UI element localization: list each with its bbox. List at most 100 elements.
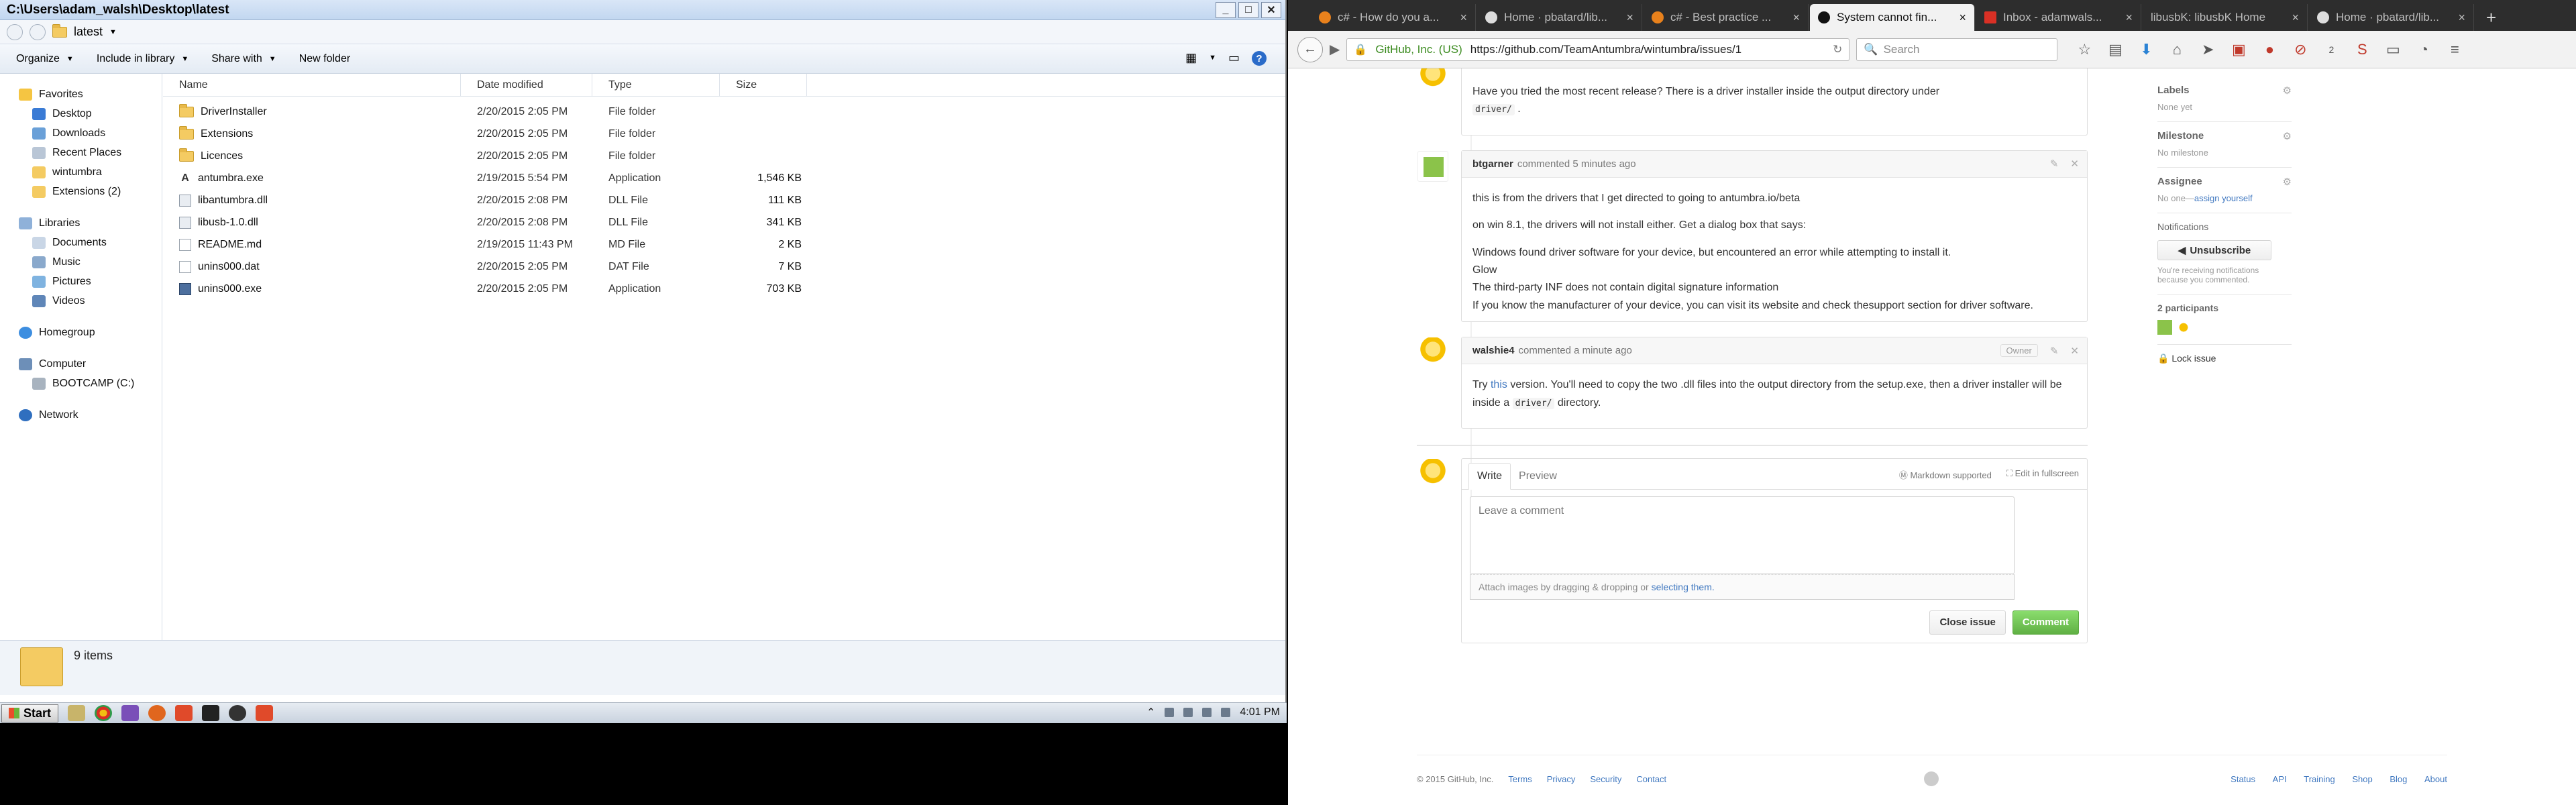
gear-icon[interactable]: ⚙: [2283, 85, 2292, 97]
file-row[interactable]: Extensions 2/20/2015 2:05 PM File folder: [163, 123, 1285, 145]
back-button[interactable]: ←: [1297, 36, 1323, 62]
gear-icon[interactable]: ⚙: [2283, 130, 2292, 142]
maximize-button[interactable]: □: [1238, 2, 1258, 18]
avatar[interactable]: [1417, 150, 1448, 182]
tray-icon[interactable]: [1183, 708, 1193, 717]
close-button[interactable]: ✕: [1261, 2, 1281, 18]
close-tab-icon[interactable]: ×: [1460, 11, 1467, 25]
chat-icon[interactable]: ◔: [2416, 41, 2432, 58]
share-with-button[interactable]: Share with ▼: [211, 53, 276, 65]
start-button[interactable]: Start: [1, 704, 59, 722]
send-icon[interactable]: ➤: [2200, 41, 2216, 58]
explorer-titlebar[interactable]: C:\Users\adam_walsh\Desktop\latest _ □ ✕: [0, 0, 1285, 20]
nav-homegroup[interactable]: Homegroup: [0, 323, 162, 342]
markdown-hint[interactable]: Ⓜ Markdown supported: [1899, 468, 1992, 481]
close-tab-icon[interactable]: ×: [1626, 11, 1633, 25]
pocket-icon[interactable]: ▣: [2231, 41, 2247, 58]
chevron-down-icon[interactable]: ▼: [1209, 54, 1216, 66]
badge-count[interactable]: 2: [2323, 42, 2339, 58]
view-options-icon[interactable]: ▦: [1185, 51, 1197, 66]
comment-author[interactable]: btgarner: [1472, 158, 1513, 170]
browser-tab[interactable]: Home · pbatard/lib... ×: [1477, 4, 1642, 31]
nav-music[interactable]: Music: [0, 252, 162, 272]
nav-libraries[interactable]: Libraries: [0, 213, 162, 233]
download-icon[interactable]: ⬇: [2138, 41, 2154, 58]
column-date-header[interactable]: Date modified: [461, 74, 592, 96]
app-taskbar-icon[interactable]: [229, 705, 247, 721]
nav-computer[interactable]: Computer: [0, 354, 162, 374]
browser-tab[interactable]: c# - Best practice ... ×: [1644, 4, 1809, 31]
lock-issue-link[interactable]: 🔒 Lock issue: [2157, 345, 2292, 364]
footer-link-blog[interactable]: Blog: [2390, 774, 2407, 784]
nav-favorites[interactable]: Favorites: [0, 85, 162, 104]
bookmarks-icon[interactable]: ▭: [2385, 41, 2401, 58]
file-row[interactable]: unins000.dat 2/20/2015 2:05 PM DAT File …: [163, 256, 1285, 278]
footer-link-shop[interactable]: Shop: [2352, 774, 2372, 784]
close-tab-icon[interactable]: ×: [2125, 11, 2133, 25]
edit-icon[interactable]: ✎: [2050, 158, 2059, 170]
unsubscribe-button[interactable]: ◀ Unsubscribe: [2157, 240, 2271, 260]
file-row[interactable]: libantumbra.dll 2/20/2015 2:08 PM DLL Fi…: [163, 189, 1285, 211]
assign-yourself-link[interactable]: assign yourself: [2194, 193, 2253, 203]
close-issue-button[interactable]: Close issue: [1929, 610, 2006, 635]
file-row[interactable]: README.md 2/19/2015 11:43 PM MD File 2 K…: [163, 233, 1285, 256]
forward-icon[interactable]: ▶: [1330, 41, 1340, 58]
chevron-down-icon[interactable]: ▼: [109, 28, 117, 36]
git-gui-taskbar-icon[interactable]: [256, 705, 274, 721]
footer-link-contact[interactable]: Contact: [1636, 774, 1666, 784]
menu-icon[interactable]: ≡: [2447, 41, 2463, 58]
include-library-button[interactable]: Include in library ▼: [97, 53, 189, 65]
browser-tab[interactable]: libusbK: libusbK Home ×: [2143, 4, 2308, 31]
attach-images-area[interactable]: Attach images by dragging & dropping or …: [1470, 574, 2015, 600]
explorer-taskbar-icon[interactable]: [68, 705, 86, 721]
file-row[interactable]: Aantumbra.exe 2/19/2015 5:54 PM Applicat…: [163, 167, 1285, 189]
file-row[interactable]: unins000.exe 2/20/2015 2:05 PM Applicati…: [163, 278, 1285, 300]
comment-timestamp[interactable]: commented 5 minutes ago: [1517, 158, 1636, 170]
comment-textarea[interactable]: [1470, 496, 2015, 574]
nav-pictures[interactable]: Pictures: [0, 272, 162, 291]
forward-button[interactable]: [30, 23, 46, 40]
volume-tray-icon[interactable]: [1221, 708, 1231, 717]
close-tab-icon[interactable]: ×: [1792, 11, 1800, 25]
footer-link-privacy[interactable]: Privacy: [1547, 774, 1576, 784]
git-taskbar-icon[interactable]: [175, 705, 193, 721]
github-octocat-icon[interactable]: [1924, 771, 1939, 786]
participant-avatar[interactable]: [2176, 320, 2191, 335]
url-bar[interactable]: 🔒 GitHub, Inc. (US) https://github.com/T…: [1346, 38, 1850, 61]
gear-icon[interactable]: ⚙: [2283, 176, 2292, 188]
nav-downloads[interactable]: Downloads: [0, 123, 162, 143]
reload-icon[interactable]: ↻: [1833, 43, 1842, 56]
organize-button[interactable]: Organize ▼: [16, 53, 74, 65]
star-icon[interactable]: ☆: [2076, 41, 2092, 58]
browser-tab[interactable]: Inbox - adamwals... ×: [1976, 4, 2141, 31]
show-hidden-icons-icon[interactable]: ⌃: [1146, 706, 1155, 719]
column-type-header[interactable]: Type: [592, 74, 720, 96]
reading-list-icon[interactable]: ▤: [2107, 41, 2123, 58]
release-link[interactable]: this: [1491, 379, 1507, 390]
chrome-taskbar-icon[interactable]: [95, 705, 113, 721]
nav-network[interactable]: Network: [0, 405, 162, 425]
footer-link-security[interactable]: Security: [1590, 774, 1621, 784]
preview-pane-icon[interactable]: ▭: [1228, 51, 1240, 66]
column-size-header[interactable]: Size: [720, 74, 807, 96]
avatar[interactable]: [1417, 337, 1448, 369]
tray-icon[interactable]: [1165, 708, 1175, 717]
nav-bootcamp-drive[interactable]: BOOTCAMP (C:): [0, 374, 162, 393]
footer-link-terms[interactable]: Terms: [1508, 774, 1532, 784]
participant-avatar[interactable]: [2157, 320, 2172, 335]
close-tab-icon[interactable]: ×: [2458, 11, 2465, 25]
delete-icon[interactable]: ✕: [2070, 345, 2079, 357]
column-name-header[interactable]: Name: [163, 74, 461, 96]
delete-icon[interactable]: ✕: [2070, 158, 2079, 170]
search-box[interactable]: 🔍 Search: [1856, 38, 2058, 61]
extension-icon[interactable]: ⊘: [2292, 41, 2308, 58]
nav-videos[interactable]: Videos: [0, 291, 162, 311]
file-row[interactable]: libusb-1.0.dll 2/20/2015 2:08 PM DLL Fil…: [163, 211, 1285, 233]
help-icon[interactable]: ?: [1252, 51, 1267, 66]
adblock-icon[interactable]: ●: [2261, 41, 2277, 58]
nav-desktop[interactable]: Desktop: [0, 104, 162, 123]
fullscreen-button[interactable]: ⛶ Edit in fullscreen: [2006, 468, 2079, 481]
comment-timestamp[interactable]: commented a minute ago: [1519, 345, 1632, 356]
nav-wintumbra[interactable]: wintumbra: [0, 162, 162, 182]
clock[interactable]: 4:01 PM: [1240, 706, 1280, 718]
